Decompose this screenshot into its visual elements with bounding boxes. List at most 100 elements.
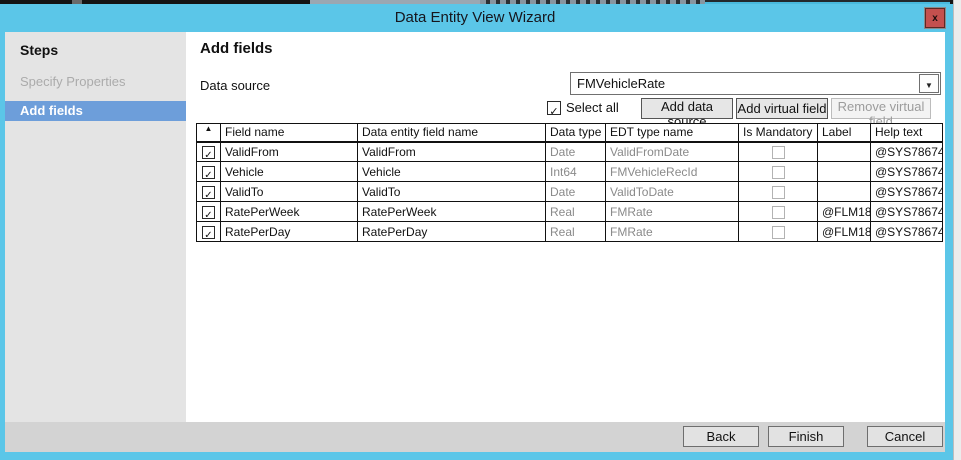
cell-data-entity-field-name[interactable]: Vehicle xyxy=(357,161,546,182)
cell-edt-type-name: FMVehicleRecId xyxy=(605,161,739,182)
cell-field-name[interactable]: Vehicle xyxy=(220,161,358,182)
cell-field-name[interactable]: RatePerDay xyxy=(220,221,358,242)
fields-table: ▲ Field name Data entity field name Data… xyxy=(196,123,943,242)
remove-virtual-field-button[interactable]: Remove virtual field xyxy=(831,98,931,129)
cell-label[interactable] xyxy=(817,161,871,182)
steps-header: Steps xyxy=(20,42,59,58)
cell-label[interactable]: @FLM188 xyxy=(817,221,871,242)
cell-data-type: Date xyxy=(545,181,606,202)
steps-sidebar: Steps Specify Properties Add fields xyxy=(5,32,186,422)
cell-help-text[interactable]: @SYS78674 xyxy=(870,201,943,222)
cell-edt-type-name: FMRate xyxy=(605,201,739,222)
dialog-content: Steps Specify Properties Add fields Add … xyxy=(5,32,945,452)
cell-is-mandatory[interactable] xyxy=(738,221,818,242)
row-select-cell[interactable]: ✓ xyxy=(196,221,221,242)
cell-help-text[interactable]: @SYS78674 xyxy=(870,161,943,182)
row-checkbox[interactable]: ✓ xyxy=(202,145,215,161)
check-icon: ✓ xyxy=(204,229,213,241)
fields-table-body: ✓ ValidFrom ValidFrom Date ValidFromDate @SYS… xyxy=(196,141,943,242)
column-header-edt-type-name[interactable]: EDT type name xyxy=(605,123,739,143)
chevron-down-icon[interactable]: ▼ xyxy=(919,74,939,93)
cell-data-entity-field-name[interactable]: ValidTo xyxy=(357,181,546,202)
window-title: Data Entity View Wizard xyxy=(394,9,556,26)
cancel-button[interactable]: Cancel xyxy=(867,426,943,447)
check-icon: ✓ xyxy=(204,209,213,221)
cell-field-name[interactable]: ValidFrom xyxy=(220,141,358,162)
main-panel: Add fields Data source FMVehicleRate ▼ ✓… xyxy=(186,32,945,422)
cell-is-mandatory[interactable] xyxy=(738,141,818,162)
cell-field-name[interactable]: ValidTo xyxy=(220,181,358,202)
mandatory-checkbox[interactable] xyxy=(771,145,785,159)
add-virtual-field-button[interactable]: Add virtual field xyxy=(736,98,828,119)
column-header-help-text[interactable]: Help text xyxy=(870,123,943,143)
data-source-value: FMVehicleRate xyxy=(577,76,666,91)
cell-help-text[interactable]: @SYS78674 xyxy=(870,221,943,242)
row-checkbox[interactable]: ✓ xyxy=(202,205,215,221)
table-row: ✓ ValidFrom ValidFrom Date ValidFromDate @SYS… xyxy=(196,141,943,162)
cell-data-entity-field-name[interactable]: RatePerDay xyxy=(357,221,546,242)
cell-edt-type-name: ValidToDate xyxy=(605,181,739,202)
cell-label[interactable]: @FLM189 xyxy=(817,201,871,222)
sort-column-header[interactable]: ▲ xyxy=(196,123,221,143)
cell-is-mandatory[interactable] xyxy=(738,181,818,202)
sidebar-item-specify-properties[interactable]: Specify Properties xyxy=(5,72,186,92)
mandatory-checkbox[interactable] xyxy=(771,205,785,219)
table-row: ✓RatePerWeekRatePerWeekRealFMRate@FLM189… xyxy=(196,201,943,222)
row-select-cell[interactable]: ✓ xyxy=(196,201,221,222)
page-title: Add fields xyxy=(200,40,273,57)
cell-help-text[interactable]: @SYS78674 xyxy=(870,181,943,202)
row-checkbox[interactable]: ✓ xyxy=(202,185,215,201)
table-header-row: ▲ Field name Data entity field name Data… xyxy=(196,123,943,143)
cell-edt-type-name: FMRate xyxy=(605,221,739,242)
check-icon: ✓ xyxy=(549,105,559,118)
check-icon: ✓ xyxy=(204,189,213,201)
wizard-dialog: Data Entity View Wizard x Steps Specify … xyxy=(0,4,953,460)
page: Data Entity View Wizard x Steps Specify … xyxy=(0,0,961,460)
sidebar-item-add-fields[interactable]: Add fields xyxy=(5,101,186,121)
row-select-cell[interactable]: ✓ xyxy=(196,181,221,202)
cell-data-type: Real xyxy=(545,201,606,222)
row-checkbox[interactable]: ✓ xyxy=(202,225,215,241)
column-header-data-entity-field-name[interactable]: Data entity field name xyxy=(357,123,546,143)
back-button[interactable]: Back xyxy=(683,426,759,447)
column-header-field-name[interactable]: Field name xyxy=(220,123,358,143)
cell-data-entity-field-name[interactable]: RatePerWeek xyxy=(357,201,546,222)
cell-label[interactable] xyxy=(817,141,871,162)
cell-field-name[interactable]: RatePerWeek xyxy=(220,201,358,222)
table-row: ✓ Vehicle Vehicle Int64 FMVehicleRecId @SYS78… xyxy=(196,161,943,182)
footer-bar: Back Finish Cancel xyxy=(5,422,945,452)
cell-is-mandatory[interactable] xyxy=(738,201,818,222)
select-all-checkbox[interactable]: ✓ xyxy=(547,100,561,118)
column-header-data-type[interactable]: Data type xyxy=(545,123,606,143)
cell-help-text[interactable]: @SYS78674 xyxy=(870,141,943,162)
column-header-is-mandatory[interactable]: Is Mandatory xyxy=(738,123,818,143)
row-select-cell[interactable]: ✓ xyxy=(196,161,221,182)
cell-edt-type-name: ValidFromDate xyxy=(605,141,739,162)
cell-data-type: Real xyxy=(545,221,606,242)
column-header-label[interactable]: Label xyxy=(817,123,871,143)
row-select-cell[interactable]: ✓ xyxy=(196,141,221,162)
data-source-dropdown[interactable]: FMVehicleRate ▼ xyxy=(570,72,941,95)
row-checkbox[interactable]: ✓ xyxy=(202,165,215,181)
mandatory-checkbox[interactable] xyxy=(771,185,785,199)
sort-asc-icon: ▲ xyxy=(204,124,213,134)
mandatory-checkbox[interactable] xyxy=(771,165,785,179)
data-source-label: Data source xyxy=(200,78,271,93)
select-all-label: Select all xyxy=(566,100,619,116)
select-all-control[interactable]: ✓ Select all xyxy=(547,99,619,118)
add-data-source-button[interactable]: Add data source xyxy=(641,98,733,129)
check-icon: ✓ xyxy=(204,149,213,161)
finish-button[interactable]: Finish xyxy=(768,426,844,447)
close-icon: x xyxy=(932,12,938,24)
titlebar[interactable]: Data Entity View Wizard x xyxy=(5,4,946,32)
table-row: ✓ ValidTo ValidTo Date ValidToDate @SYS78674 xyxy=(196,181,943,202)
cell-label[interactable] xyxy=(817,181,871,202)
check-icon: ✓ xyxy=(204,169,213,181)
close-button[interactable]: x xyxy=(924,7,946,29)
cell-data-entity-field-name[interactable]: ValidFrom xyxy=(357,141,546,162)
cell-is-mandatory[interactable] xyxy=(738,161,818,182)
table-row: ✓RatePerDayRatePerDayRealFMRate@FLM188@S… xyxy=(196,221,943,242)
cell-data-type: Date xyxy=(545,141,606,162)
dropdown-arrow-glyph: ▼ xyxy=(925,81,933,90)
mandatory-checkbox[interactable] xyxy=(771,225,785,239)
